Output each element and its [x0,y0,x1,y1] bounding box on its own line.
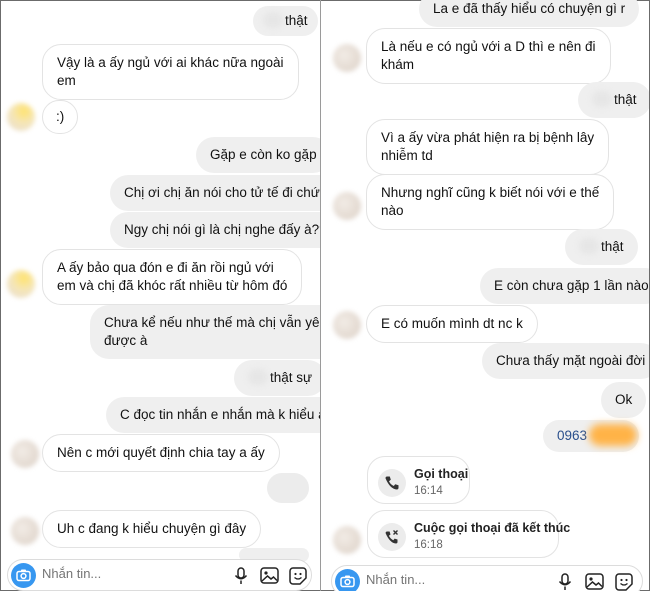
message-bubble: A ấy bảo qua đón e đi ăn rồi ngủ với em … [42,249,303,305]
sticker-icon[interactable] [289,567,307,585]
message-bubble: E có muốn mình dt nc k [366,305,538,343]
message-bubble: thật sự [234,360,320,396]
message-bubble: Uh c đang k hiểu chuyện gì đây [42,510,262,548]
call-time: 16:14 [414,485,443,497]
message-composer[interactable] [331,565,643,591]
message-composer[interactable] [7,559,312,591]
message-text: thật [601,239,624,254]
message-text: thật [614,92,637,107]
message-bubble: E còn chưa gặp 1 lần nào [480,268,649,304]
contact-avatar[interactable] [7,270,35,298]
blurred-content [263,12,283,28]
message-bubble: Chị ơi chị ăn nói cho tử tế đi chứ? [110,175,320,211]
message-text: :) [56,109,65,124]
message-text: Vậy là a ấy ngủ với ai khác nữa ngoài [57,55,284,70]
message-text: Chưa kể nếu như thế mà chị vẫn yêu [104,315,320,330]
message-text: C đọc tin nhắn e nhắn mà k hiểu à [120,407,320,422]
message-text: được à [104,333,148,348]
contact-avatar[interactable] [11,517,39,545]
message-text: E còn chưa gặp 1 lần nào [494,278,649,293]
redacted-phone-digits [589,424,637,446]
message-text: Vì a ấy vừa phát hiện ra bị bệnh lây [381,130,595,145]
message-bubble: Chưa kể nếu như thế mà chị vẫn yêu được … [90,305,320,359]
call-title: Gọi thoại [414,467,469,481]
microphone-icon[interactable] [234,567,248,585]
contact-avatar[interactable] [333,526,361,554]
call-time: 16:18 [414,539,443,551]
message-text: A ấy bảo qua đón e đi ăn rồi ngủ với [57,260,274,275]
message-text: La e đã thấy hiểu có chuyện gì r [433,1,626,16]
right-chat-panel: La e đã thấy hiểu có chuyện gì r Là nếu … [321,0,649,591]
message-bubble: Vậy là a ấy ngủ với ai khác nữa ngoài em [42,44,299,100]
message-bubble: Chưa thấy mặt ngoài đời [482,343,649,379]
message-text: Gặp e còn ko gặp [210,147,317,162]
camera-icon [340,575,355,588]
blurred-content [579,238,599,254]
camera-button[interactable] [11,563,36,588]
blurred-content [592,91,612,107]
message-bubble: Vì a ấy vừa phát hiện ra bị bệnh lây nhi… [366,119,610,175]
message-text: Là nếu e có ngủ với a D thì e nên đi [381,39,596,54]
message-bubble: thật [253,6,318,36]
sticker-icon[interactable] [615,573,633,591]
message-bubble: Gặp e còn ko gặp [196,137,320,173]
phone-ended-icon [378,523,406,551]
message-bubble [267,473,309,503]
left-chat-panel: thật Vậy là a ấy ngủ với ai khác nữa ngo… [1,0,320,591]
message-text: E có muốn mình dt nc k [381,316,523,331]
message-bubble: Ok [601,382,647,418]
call-card[interactable]: Gọi thoại 16:14 [367,456,470,504]
message-bubble: Nên c mới quyết định chia tay a ấy [42,434,280,472]
message-bubble: thật [578,82,649,118]
message-text: Chị ơi chị ăn nói cho tử tế đi chứ? [124,185,320,200]
message-text: Uh c đang k hiểu chuyện gì đây [57,521,247,536]
message-text: thật sự [270,370,313,385]
message-text: Chưa thấy mặt ngoài đời [496,353,646,368]
phone-number-link[interactable]: 0963 [557,428,587,443]
blurred-content [248,369,268,385]
message-text: Ngy chị nói gì là chị nghe đấy à?? [124,222,320,237]
gallery-icon[interactable] [585,573,604,590]
message-input[interactable] [366,572,516,587]
message-text: nào [381,203,404,218]
call-title: Cuộc gọi thoại đã kết thúc [414,521,571,535]
message-input[interactable] [42,566,192,581]
message-bubble: C đọc tin nhắn e nhắn mà k hiểu à [106,397,320,433]
contact-avatar[interactable] [11,440,39,468]
message-text: khám [381,57,415,72]
call-card[interactable]: Cuộc gọi thoại đã kết thúc 16:18 [367,510,570,558]
message-text: Nhưng nghĩ cũng k biết nói với e thế [381,185,600,200]
message-bubble: La e đã thấy hiểu có chuyện gì r [419,0,640,27]
message-text: em [57,73,76,88]
message-bubble: Nhưng nghĩ cũng k biết nói với e thế nào [366,174,615,230]
message-bubble: thật [565,229,638,265]
camera-icon [16,569,31,582]
camera-button[interactable] [335,569,360,591]
message-bubble: Là nếu e có ngủ với a D thì e nên đi khá… [366,28,611,84]
contact-avatar[interactable] [333,44,361,72]
message-text: Ok [615,392,633,407]
contact-avatar[interactable] [7,103,35,131]
message-bubble: :) [42,100,79,134]
gallery-icon[interactable] [260,567,279,584]
message-text: nhiễm td [381,148,433,163]
message-text: Nên c mới quyết định chia tay a ấy [57,445,265,460]
contact-avatar[interactable] [333,311,361,339]
contact-avatar[interactable] [333,192,361,220]
microphone-icon[interactable] [558,573,572,591]
phone-icon [378,469,406,497]
message-bubble: Ngy chị nói gì là chị nghe đấy à?? [110,212,320,248]
message-text: em và chị đã khóc rất nhiều từ hôm đó [57,278,288,293]
